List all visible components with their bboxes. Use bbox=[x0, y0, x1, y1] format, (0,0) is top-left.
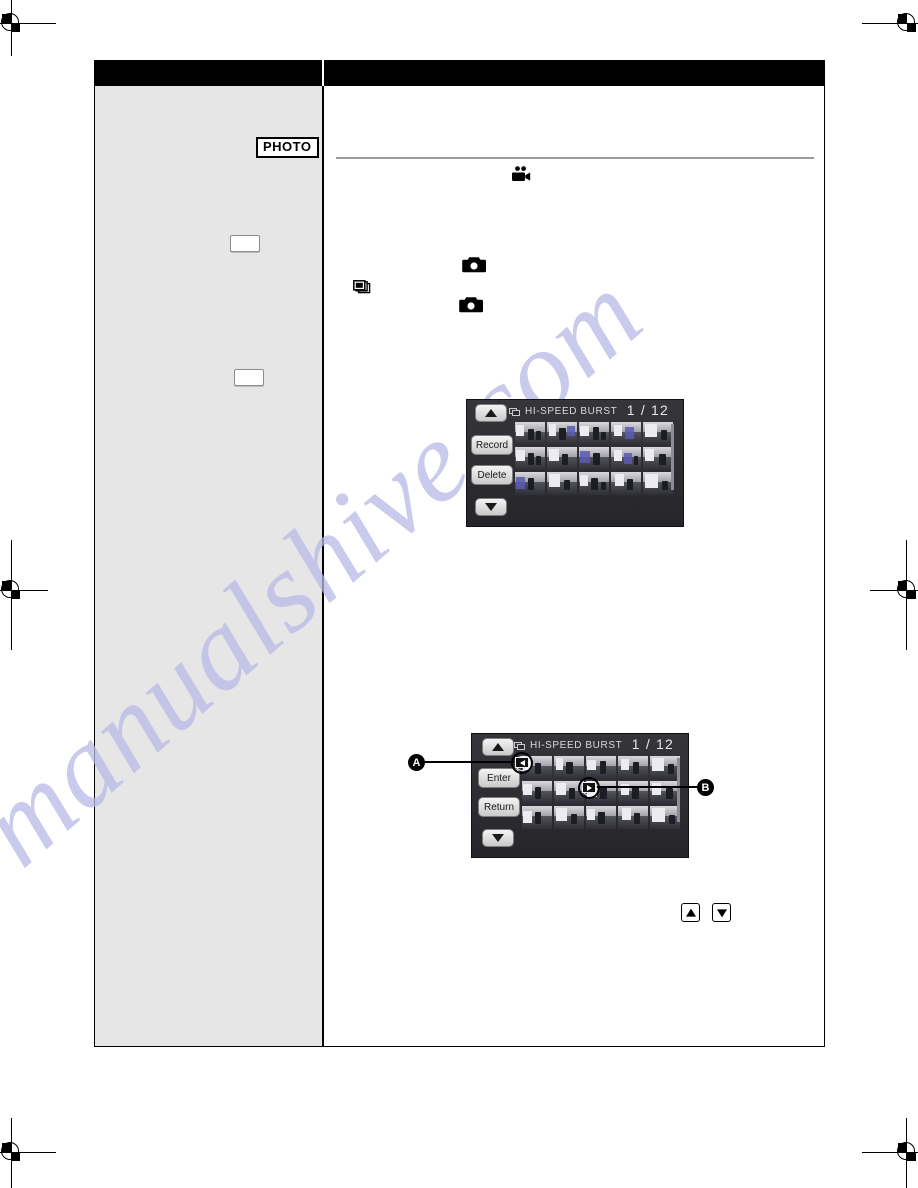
burst-stack-icon bbox=[353, 280, 371, 294]
thumbnail[interactable] bbox=[618, 756, 648, 779]
lcd-screen-record: HI-SPEED BURST 1 / 12 Record Delete bbox=[466, 399, 684, 527]
photo-mode-badge: PHOTO bbox=[256, 137, 319, 158]
thumbnail[interactable] bbox=[611, 422, 641, 445]
scroll-up-key-glyph bbox=[681, 903, 700, 922]
lcd1-delete-button[interactable]: Delete bbox=[471, 465, 513, 485]
lcd1-counter: 1 / 12 bbox=[626, 402, 669, 418]
lcd2-scroll-up-button[interactable] bbox=[482, 738, 514, 756]
lcd1-record-button[interactable]: Record bbox=[471, 435, 513, 455]
thumbnail[interactable] bbox=[554, 756, 584, 779]
thumbnail[interactable] bbox=[650, 806, 680, 829]
thumbnail[interactable] bbox=[650, 781, 680, 804]
lcd2-scrollbar[interactable] bbox=[677, 758, 680, 822]
thumbnail[interactable] bbox=[547, 472, 577, 495]
thumbnail[interactable] bbox=[515, 422, 545, 445]
photo-camera-icon-1 bbox=[462, 257, 486, 273]
thumbnail[interactable] bbox=[515, 472, 545, 495]
callout-leader-b bbox=[594, 786, 698, 789]
burst-mode-icon bbox=[514, 741, 525, 750]
thumbnail[interactable] bbox=[522, 781, 552, 804]
playback-end-marker-icon bbox=[582, 782, 596, 793]
callout-badge-b: B bbox=[697, 779, 714, 796]
photo-camera-icon-2 bbox=[459, 297, 483, 313]
lcd2-thumbnail-grid bbox=[522, 756, 680, 829]
thumbnail[interactable] bbox=[579, 447, 609, 470]
thumbnail[interactable] bbox=[547, 422, 577, 445]
playback-start-marker-icon bbox=[515, 757, 529, 768]
callout-badge-a: A bbox=[408, 754, 425, 771]
thumbnail[interactable] bbox=[650, 756, 680, 779]
thumbnail[interactable] bbox=[522, 806, 552, 829]
thumbnail[interactable] bbox=[618, 806, 648, 829]
burst-mode-icon bbox=[509, 407, 520, 416]
thumbnail[interactable] bbox=[586, 756, 616, 779]
thumbnail[interactable] bbox=[554, 806, 584, 829]
thumbnail[interactable] bbox=[579, 472, 609, 495]
thumbnail[interactable] bbox=[611, 472, 641, 495]
thumbnail[interactable] bbox=[579, 422, 609, 445]
scroll-down-key-glyph bbox=[712, 903, 731, 922]
thumbnail[interactable] bbox=[515, 447, 545, 470]
camcorder-icon bbox=[512, 166, 531, 181]
lcd1-title: HI-SPEED BURST bbox=[525, 405, 618, 417]
lcd2-return-button[interactable]: Return bbox=[478, 797, 520, 817]
lcd1-scroll-up-button[interactable] bbox=[475, 404, 507, 422]
lcd1-scroll-down-button[interactable] bbox=[475, 498, 507, 516]
lcd2-title: HI-SPEED BURST bbox=[530, 739, 623, 751]
key-placeholder-1 bbox=[230, 235, 260, 252]
lcd1-scrollbar[interactable] bbox=[671, 424, 674, 490]
lcd2-counter: 1 / 12 bbox=[631, 736, 674, 752]
lcd1-thumbnail-grid bbox=[515, 422, 673, 495]
key-placeholder-2 bbox=[234, 369, 264, 386]
section-rule bbox=[336, 157, 814, 159]
thumbnail[interactable] bbox=[611, 447, 641, 470]
thumbnail[interactable] bbox=[618, 781, 648, 804]
thumbnail[interactable] bbox=[643, 447, 673, 470]
page-content: PHOTO HI-SPEED BURST 1 / 12 Record Delet… bbox=[0, 0, 918, 1188]
thumbnail[interactable] bbox=[586, 806, 616, 829]
thumbnail[interactable] bbox=[643, 422, 673, 445]
thumbnail[interactable] bbox=[547, 447, 577, 470]
thumbnail[interactable] bbox=[643, 472, 673, 495]
lcd2-scroll-down-button[interactable] bbox=[482, 829, 514, 847]
callout-leader-a bbox=[425, 761, 514, 764]
